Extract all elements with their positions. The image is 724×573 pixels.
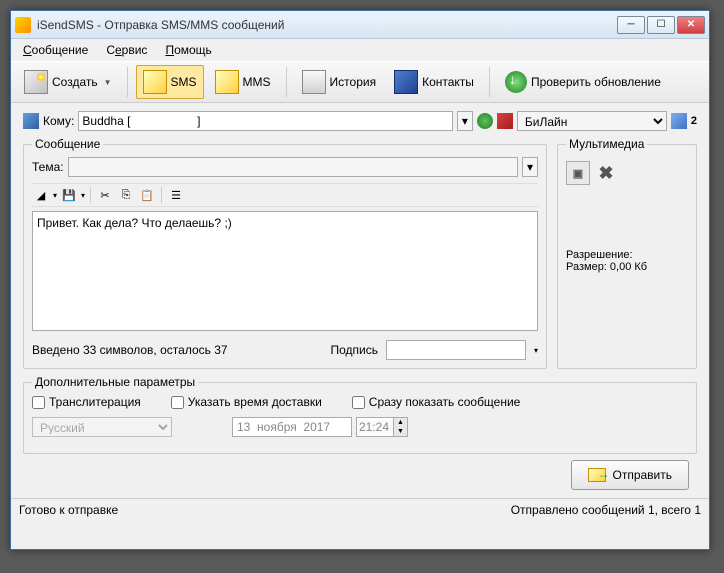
separator: [489, 67, 490, 97]
separator: [127, 67, 128, 97]
sms-label: SMS: [171, 75, 197, 89]
language-select: Русский: [32, 417, 172, 437]
mms-label: MMS: [243, 75, 271, 89]
resolution-label: Разрешение:: [566, 249, 688, 261]
status-right: Отправлено сообщений 1, всего 1: [511, 503, 701, 517]
recipient-input[interactable]: [78, 111, 452, 131]
menu-message[interactable]: Сообщение: [15, 41, 96, 59]
time-down: ▼: [393, 427, 407, 436]
delivery-time-checkbox[interactable]: Указать время доставки: [171, 395, 322, 409]
recipient-dropdown[interactable]: ▾: [457, 111, 473, 131]
address-book-icon[interactable]: [23, 113, 39, 129]
recipient-label: Кому:: [43, 114, 74, 128]
menubar: Сообщение Сервис Помощь: [11, 39, 709, 61]
phone-icon[interactable]: [497, 113, 513, 129]
menu-service[interactable]: Сервис: [98, 41, 155, 59]
maximize-button[interactable]: ☐: [647, 16, 675, 34]
edit-toolbar: ◢ ▾ 💾 ▾ ✂ ⎘ 📋 ☰: [32, 183, 538, 207]
message-textarea[interactable]: [32, 211, 538, 331]
date-input: [232, 417, 352, 437]
cut-button[interactable]: ✂: [96, 186, 114, 204]
message-fieldset: Сообщение Тема: ▾ ◢ ▾ 💾 ▾ ✂ ⎘ 📋 ☰: [23, 137, 547, 369]
signature-dropdown[interactable]: ▾: [534, 346, 538, 355]
menu-help[interactable]: Помощь: [157, 41, 219, 59]
update-icon: [505, 71, 527, 93]
translit-checkbox[interactable]: Транслитерация: [32, 395, 141, 409]
multimedia-fieldset: Мультимедиа ▣ ✖ Разрешение: Размер: 0,00…: [557, 137, 697, 369]
send-label: Отправить: [612, 468, 672, 482]
app-window: iSendSMS - Отправка SMS/MMS сообщений ─ …: [10, 10, 710, 550]
create-label: Создать: [52, 75, 98, 89]
statusbar: Готово к отправке Отправлено сообщений 1…: [11, 498, 709, 520]
history-icon: [302, 70, 326, 94]
template-button[interactable]: ☰: [167, 186, 185, 204]
window-title: iSendSMS - Отправка SMS/MMS сообщений: [37, 18, 617, 32]
sms-icon: [143, 70, 167, 94]
subject-label: Тема:: [32, 160, 64, 174]
operator-select[interactable]: БиЛайн: [517, 111, 667, 131]
add-media-button[interactable]: ▣: [566, 161, 590, 185]
params-legend: Дополнительные параметры: [32, 375, 198, 389]
size-label: Размер: 0,00 Кб: [566, 261, 688, 273]
contacts-label: Контакты: [422, 75, 474, 89]
send-icon: [588, 468, 606, 482]
history-button[interactable]: История: [295, 65, 384, 99]
status-left: Готово к отправке: [19, 503, 511, 517]
toolbar: Создать ▼ SMS MMS История Контакты Прове…: [11, 61, 709, 103]
new-icon: [24, 70, 48, 94]
mms-icon: [215, 70, 239, 94]
mms-button[interactable]: MMS: [208, 65, 278, 99]
separator: [286, 67, 287, 97]
char-counter: Введено 33 символов, осталось 37: [32, 343, 322, 357]
recipient-count: 2: [691, 115, 697, 127]
time-input: [357, 420, 393, 434]
multimedia-info: Разрешение: Размер: 0,00 Кб: [566, 249, 688, 273]
params-fieldset: Дополнительные параметры Транслитерация …: [23, 375, 697, 454]
update-label: Проверить обновление: [531, 75, 661, 89]
sms-button[interactable]: SMS: [136, 65, 204, 99]
erase-button[interactable]: ◢: [32, 186, 50, 204]
time-spinner: ▲▼: [356, 417, 408, 437]
time-up: ▲: [393, 418, 407, 427]
globe-icon[interactable]: [477, 113, 493, 129]
subject-input[interactable]: [68, 157, 518, 177]
signature-label: Подпись: [330, 343, 378, 357]
recipient-row: Кому: ▾ БиЛайн 2: [23, 111, 697, 131]
paste-button[interactable]: 📋: [138, 186, 156, 204]
history-label: История: [330, 75, 377, 89]
multimedia-legend: Мультимедиа: [566, 137, 647, 151]
contacts-icon: [394, 70, 418, 94]
signature-input[interactable]: [386, 340, 526, 360]
update-button[interactable]: Проверить обновление: [498, 65, 668, 99]
minimize-button[interactable]: ─: [617, 16, 645, 34]
send-button[interactable]: Отправить: [571, 460, 689, 490]
show-now-checkbox[interactable]: Сразу показать сообщение: [352, 395, 521, 409]
titlebar[interactable]: iSendSMS - Отправка SMS/MMS сообщений ─ …: [11, 11, 709, 39]
create-button[interactable]: Создать ▼: [17, 65, 119, 99]
subject-dropdown[interactable]: ▾: [522, 157, 538, 177]
chevron-down-icon: ▼: [104, 78, 112, 87]
content-area: Кому: ▾ БиЛайн 2 Сообщение Тема: ▾ ◢: [11, 103, 709, 498]
people-icon[interactable]: [671, 113, 687, 129]
delete-media-button[interactable]: ✖: [594, 161, 618, 185]
copy-button[interactable]: ⎘: [117, 186, 135, 204]
contacts-button[interactable]: Контакты: [387, 65, 481, 99]
close-button[interactable]: ✕: [677, 16, 705, 34]
save-button[interactable]: 💾: [60, 186, 78, 204]
message-legend: Сообщение: [32, 137, 103, 151]
app-icon: [15, 17, 31, 33]
